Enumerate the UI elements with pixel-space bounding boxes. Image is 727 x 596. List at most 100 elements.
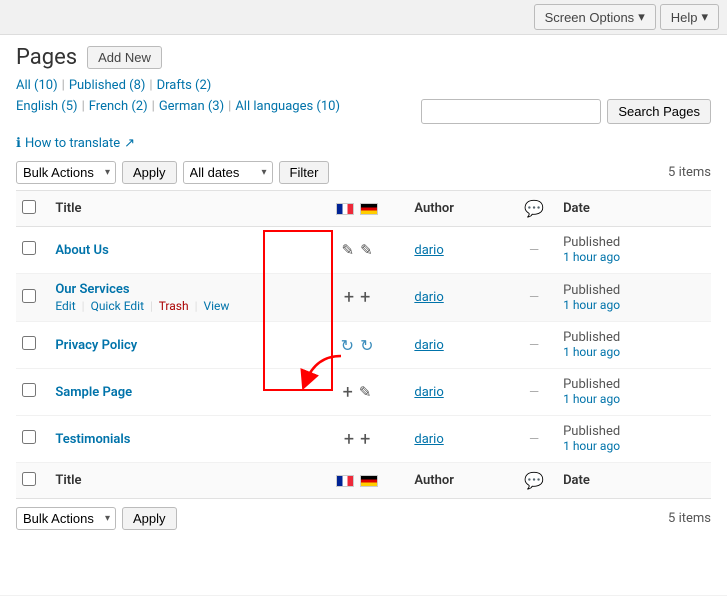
bulk-actions-select-bottom[interactable]: Bulk Actions	[16, 507, 116, 530]
filter-drafts[interactable]: Drafts (2)	[157, 78, 212, 93]
translation-icon-fr[interactable]: ↻	[341, 336, 354, 355]
translation-icon-de[interactable]: ↻	[360, 336, 373, 355]
help-chevron-icon: ▾	[701, 9, 708, 25]
author-cell: dario	[408, 322, 511, 369]
col-footer-comments: 💬	[511, 463, 557, 499]
comments-cell: —	[511, 322, 557, 369]
screen-options-button[interactable]: Screen Options ▾	[534, 4, 656, 30]
date-filter-wrapper: All dates ▾	[183, 161, 273, 184]
filter-button[interactable]: Filter	[279, 161, 330, 184]
date-relative: 1 hour ago	[563, 298, 620, 312]
bulk-actions-bottom-wrapper: Bulk Actions ▾	[16, 507, 116, 530]
table-row: About Us ✎ ✎ dario — P	[16, 227, 711, 274]
help-button[interactable]: Help ▾	[660, 4, 719, 30]
date-status: Published	[563, 235, 620, 250]
quick-edit-link[interactable]: Quick Edit	[91, 299, 144, 313]
edit-link[interactable]: Edit	[55, 299, 75, 313]
filter-german[interactable]: German (3)	[159, 99, 224, 114]
date-status: Published	[563, 330, 620, 345]
translation-icon-de[interactable]: +	[360, 287, 370, 308]
filter-all[interactable]: All (10)	[16, 78, 58, 93]
how-to-translate-row: ℹ How to translate ↗	[16, 136, 711, 151]
search-button[interactable]: Search Pages	[607, 99, 711, 124]
page-title-link[interactable]: Testimonials	[55, 432, 130, 447]
page-title-link[interactable]: Our Services	[55, 282, 129, 297]
date-relative: 1 hour ago	[563, 345, 620, 359]
select-all-checkbox[interactable]	[22, 200, 36, 214]
table-row: Sample Page + ✎ dario —	[16, 369, 711, 416]
apply-button-top[interactable]: Apply	[122, 161, 177, 184]
page-title-link[interactable]: Privacy Policy	[55, 338, 137, 353]
german-flag-footer	[360, 475, 378, 487]
info-icon: ℹ	[16, 136, 21, 151]
comment-bubble-icon-footer: 💬	[524, 471, 544, 490]
date-status: Published	[563, 424, 620, 439]
author-link[interactable]: dario	[414, 290, 443, 305]
row-checkbox[interactable]	[22, 336, 36, 350]
apply-button-bottom[interactable]: Apply	[122, 507, 177, 530]
translation-icon-fr[interactable]: +	[343, 382, 353, 403]
page-title: Pages	[16, 45, 77, 70]
status-filters: All (10) | Published (8) | Drafts (2)	[16, 78, 711, 93]
translation-icon-fr[interactable]: +	[344, 287, 354, 308]
add-new-button[interactable]: Add New	[87, 46, 162, 69]
col-header-author[interactable]: Author	[408, 191, 511, 227]
how-to-translate-link[interactable]: How to translate	[25, 136, 120, 151]
translation-cell: + ✎	[306, 369, 409, 416]
author-link[interactable]: dario	[414, 432, 443, 447]
german-flag-header	[360, 203, 378, 215]
filter-all-languages[interactable]: All languages (10)	[235, 99, 340, 114]
search-row: Search Pages	[421, 99, 711, 124]
bulk-actions-wrapper: Bulk Actions ▾	[16, 161, 116, 184]
row-checkbox[interactable]	[22, 289, 36, 303]
date-status: Published	[563, 283, 620, 298]
page-title-link[interactable]: Sample Page	[55, 385, 132, 400]
trash-link[interactable]: Trash	[159, 299, 189, 313]
translation-icon-fr[interactable]: +	[344, 429, 354, 450]
translation-icon-de[interactable]: ✎	[360, 241, 373, 259]
row-checkbox[interactable]	[22, 383, 36, 397]
col-footer-date[interactable]: Date	[557, 463, 711, 499]
top-bar: Screen Options ▾ Help ▾	[0, 0, 727, 35]
tablenav-bottom: Bulk Actions ▾ Apply 5 items	[16, 507, 711, 530]
screen-options-chevron-icon: ▾	[638, 9, 645, 25]
author-cell: dario	[408, 274, 511, 322]
view-link[interactable]: View	[203, 299, 229, 313]
col-footer-author[interactable]: Author	[408, 463, 511, 499]
translation-icon-de[interactable]: +	[360, 429, 370, 450]
translation-cell: + +	[306, 416, 409, 463]
translation-icon-fr[interactable]: ✎	[341, 241, 354, 259]
row-checkbox[interactable]	[22, 430, 36, 444]
col-footer-flags	[306, 463, 409, 499]
date-filter-select[interactable]: All dates	[183, 161, 273, 184]
french-flag-footer	[336, 475, 354, 487]
translation-icon-de[interactable]: ✎	[359, 383, 372, 401]
table-footer-row: Title Author 💬 Date	[16, 463, 711, 499]
comments-dash: —	[529, 290, 539, 305]
date-status: Published	[563, 377, 620, 392]
select-all-checkbox-bottom[interactable]	[22, 472, 36, 486]
page-title-row: Pages Add New	[16, 45, 711, 70]
filter-english[interactable]: English (5)	[16, 99, 78, 114]
bulk-actions-select[interactable]: Bulk Actions	[16, 161, 116, 184]
search-input[interactable]	[421, 99, 601, 124]
table-row: Privacy Policy ↻ ↻ dario —	[16, 322, 711, 369]
table-wrapper: Title Author 💬 Date	[16, 190, 711, 499]
row-checkbox[interactable]	[22, 241, 36, 255]
author-link[interactable]: dario	[414, 338, 443, 353]
screen-options-label: Screen Options	[545, 10, 635, 25]
filter-published[interactable]: Published (8)	[69, 78, 146, 93]
filter-french[interactable]: French (2)	[89, 99, 148, 114]
comments-cell: —	[511, 416, 557, 463]
table-row: Our Services Edit | Quick Edit | Trash |…	[16, 274, 711, 322]
author-link[interactable]: dario	[414, 243, 443, 258]
date-relative: 1 hour ago	[563, 392, 620, 406]
author-link[interactable]: dario	[414, 385, 443, 400]
col-header-date[interactable]: Date	[557, 191, 711, 227]
table-row: Testimonials + + dario —	[16, 416, 711, 463]
date-relative: 1 hour ago	[563, 439, 620, 453]
col-footer-title[interactable]: Title	[49, 463, 305, 499]
col-header-title[interactable]: Title	[49, 191, 305, 227]
page-title-link[interactable]: About Us	[55, 243, 108, 258]
external-link-icon: ↗	[124, 136, 135, 151]
